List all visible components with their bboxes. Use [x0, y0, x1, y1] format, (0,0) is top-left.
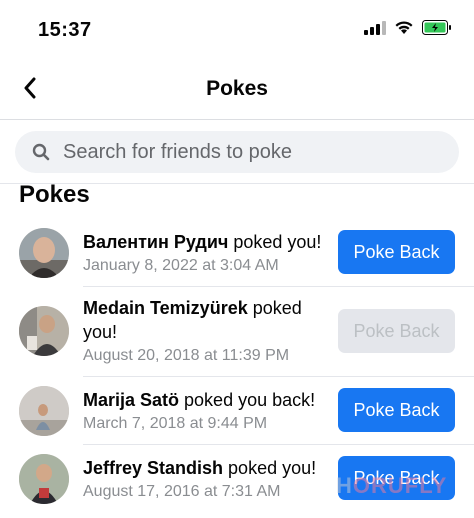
section-heading: Pokes: [19, 181, 90, 208]
status-icons: [364, 20, 452, 40]
poke-back-button[interactable]: Poke Back: [338, 230, 455, 274]
page-title: Pokes: [206, 77, 268, 100]
poke-text: Marija Satö poked you back! March 7, 201…: [83, 388, 328, 435]
watermark: HORUFLY: [336, 473, 447, 499]
divider: [83, 376, 474, 377]
poke-message: Валентин Рудич poked you!: [83, 230, 328, 254]
wifi-icon: [394, 20, 414, 40]
poke-date: August 17, 2016 at 7:31 AM: [83, 483, 281, 500]
poke-message: Marija Satö poked you back!: [83, 388, 328, 412]
poke-date: August 20, 2018 at 11:39 PM: [83, 347, 290, 364]
status-time: 15:37: [38, 19, 92, 41]
poke-text: Jeffrey Standish poked you! August 17, 2…: [83, 456, 328, 503]
poke-action: poked you!: [223, 458, 317, 478]
poke-back-button[interactable]: Poke Back: [338, 309, 455, 353]
poke-back-button[interactable]: Poke Back: [338, 388, 455, 432]
avatar[interactable]: [19, 386, 69, 436]
watermark-part-2: ORUFLY: [352, 473, 448, 498]
battery-charging-icon: [422, 20, 452, 40]
divider: [83, 444, 474, 445]
poke-date: January 8, 2022 at 3:04 AM: [83, 257, 279, 274]
avatar[interactable]: [19, 306, 69, 356]
avatar[interactable]: [19, 454, 69, 504]
watermark-part-1: H: [336, 473, 353, 498]
search-input[interactable]: [63, 140, 443, 164]
avatar[interactable]: [19, 228, 69, 278]
status-bar: 15:37: [0, 0, 474, 60]
divider: [83, 286, 474, 287]
friend-name[interactable]: Валентин Рудич: [83, 232, 228, 252]
friend-name[interactable]: Jeffrey Standish: [83, 458, 223, 478]
poke-date: March 7, 2018 at 9:44 PM: [83, 415, 268, 432]
search-icon: [31, 142, 51, 162]
navigation-bar: Pokes: [0, 60, 474, 120]
poke-text: Валентин Рудич poked you! January 8, 202…: [83, 230, 328, 277]
friend-name[interactable]: Medain Temizyürek: [83, 298, 248, 318]
poke-message: Jeffrey Standish poked you!: [83, 456, 328, 480]
poke-message: Medain Temizyürek poked you!: [83, 296, 328, 344]
poke-action: poked you back!: [179, 390, 316, 410]
poke-action: poked you!: [228, 232, 322, 252]
friend-name[interactable]: Marija Satö: [83, 390, 179, 410]
search-bar[interactable]: [15, 131, 459, 173]
poke-text: Medain Temizyürek poked you! August 20, …: [83, 296, 328, 367]
cellular-signal-icon: [364, 20, 386, 40]
